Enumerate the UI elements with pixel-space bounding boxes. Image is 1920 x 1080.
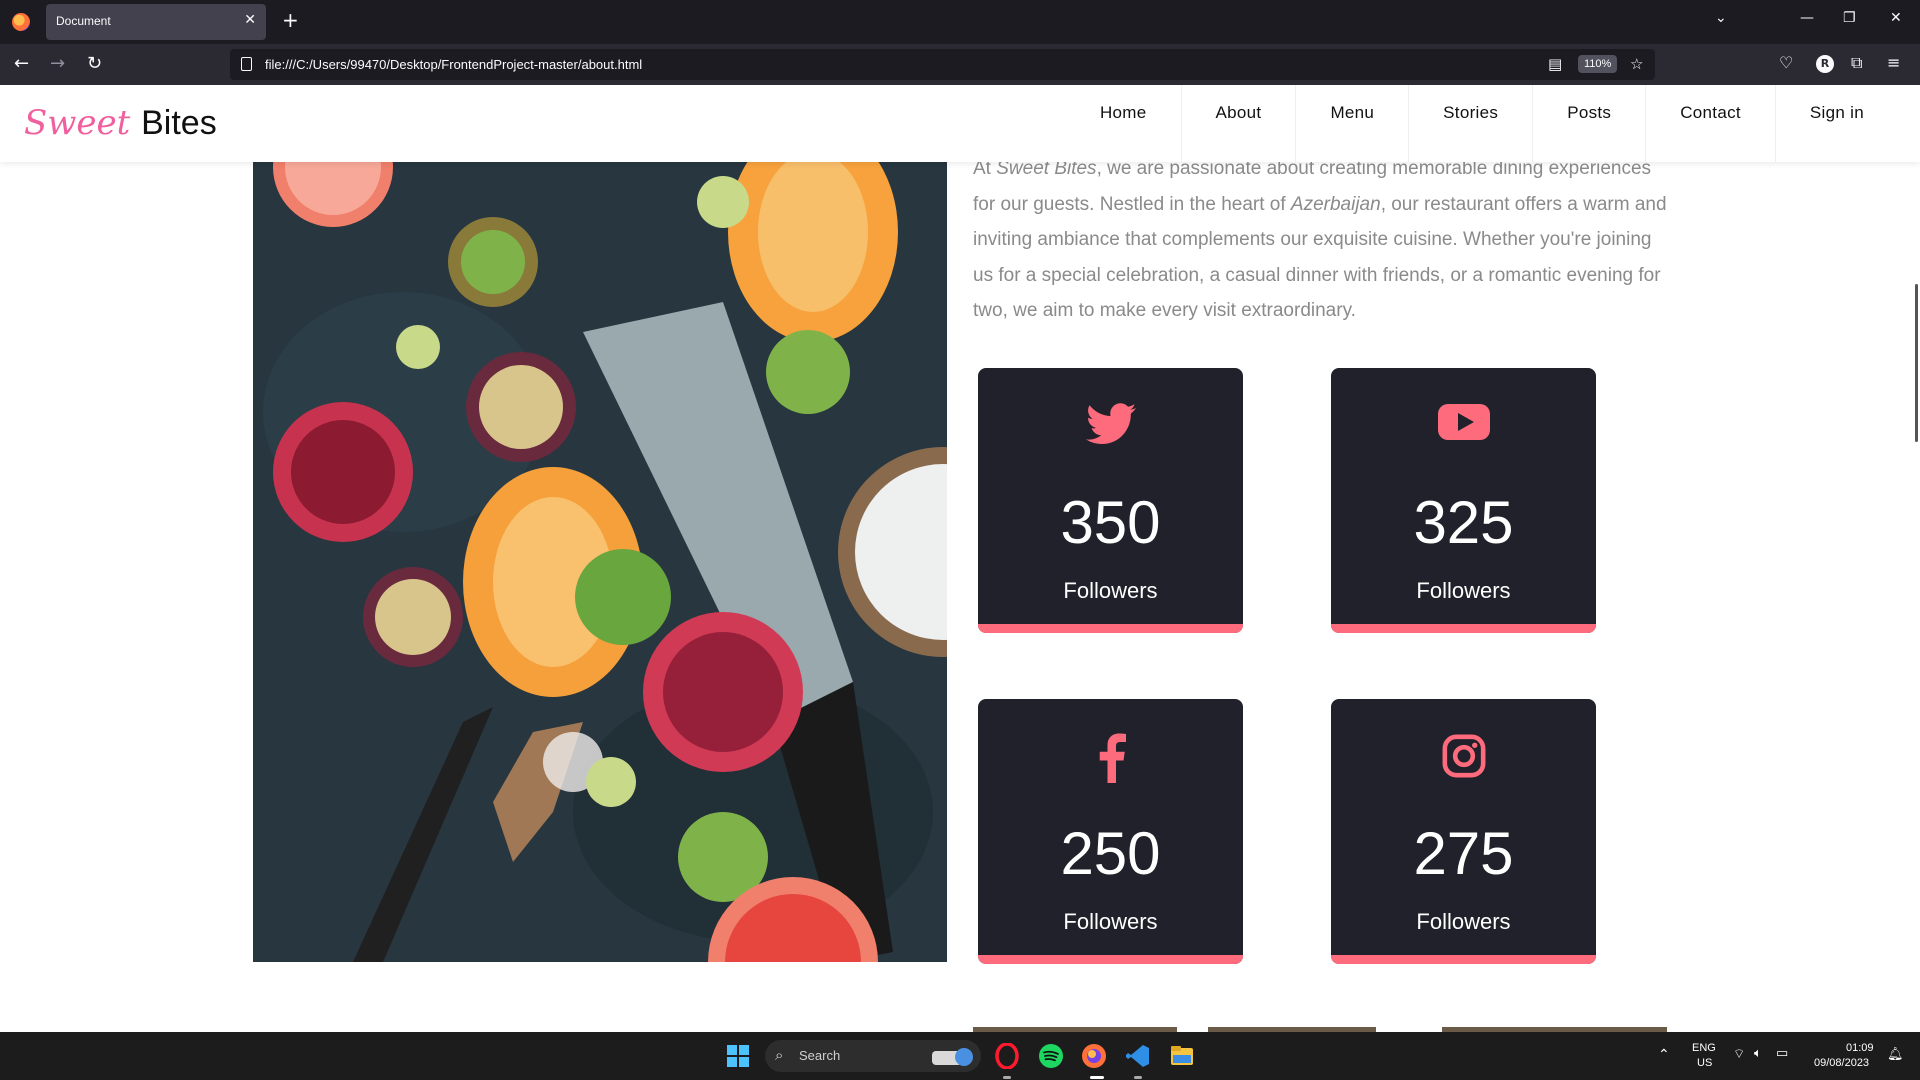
- bookmark-star-icon[interactable]: ☆: [1630, 55, 1643, 73]
- back-arrow-icon[interactable]: ←: [14, 53, 29, 74]
- spotify-icon[interactable]: [1038, 1043, 1064, 1069]
- firefox-taskbar-icon[interactable]: [1081, 1043, 1107, 1069]
- fruit-photo-illustration: [253, 162, 947, 962]
- pocket-icon[interactable]: ♡: [1779, 53, 1793, 72]
- page-scrollbar[interactable]: [1912, 162, 1920, 1032]
- page-icon: [241, 57, 252, 71]
- browser-navigation-bar: ← → ↻ file:///C:/Users/99470/Desktop/Fro…: [0, 44, 1920, 85]
- twitter-icon: [978, 402, 1243, 450]
- facebook-icon: [978, 733, 1243, 787]
- stat-count: 275: [1413, 820, 1514, 887]
- page-viewport: Sweet Bites Home About Menu Stories Post…: [0, 85, 1920, 1032]
- forward-arrow-icon[interactable]: →: [50, 53, 65, 74]
- file-explorer-icon[interactable]: [1169, 1043, 1195, 1069]
- app-indicator: [1134, 1076, 1142, 1079]
- wifi-icon[interactable]: ⌔: [1733, 1046, 1745, 1062]
- nav-contact[interactable]: Contact: [1645, 85, 1775, 162]
- windows-start-icon[interactable]: [727, 1045, 749, 1067]
- clock-date[interactable]: 09/08/2023: [1814, 1057, 1869, 1069]
- new-tab-button[interactable]: +: [282, 8, 299, 32]
- stat-card-facebook[interactable]: 250 Followers: [978, 699, 1243, 964]
- search-placeholder: Search: [799, 1048, 841, 1063]
- account-avatar[interactable]: R: [1816, 55, 1834, 73]
- nav-home[interactable]: Home: [1066, 85, 1181, 162]
- language-region[interactable]: US: [1697, 1057, 1712, 1069]
- url-text[interactable]: file:///C:/Users/99470/Desktop/FrontendP…: [265, 57, 642, 72]
- battery-icon[interactable]: ▭: [1776, 1045, 1788, 1061]
- stat-card-instagram[interactable]: 275 Followers: [1331, 699, 1596, 964]
- stat-label: Followers: [1416, 578, 1511, 603]
- notification-bell-icon[interactable]: 🔔︎: [1887, 1046, 1904, 1062]
- reload-icon[interactable]: ↻: [87, 53, 102, 74]
- windows-taskbar: ⌕ Search ⌃ ENG US ⌔ 🔈︎ ▭ 01:09 09/08/202…: [0, 1032, 1920, 1080]
- restore-icon[interactable]: ❐: [1843, 10, 1856, 26]
- nav-posts[interactable]: Posts: [1532, 85, 1645, 162]
- nav-stories[interactable]: Stories: [1408, 85, 1532, 162]
- firefox-icon: [12, 13, 30, 31]
- about-intro-paragraph: At Sweet Bites, we are passionate about …: [973, 151, 1673, 329]
- vscode-icon[interactable]: [1125, 1043, 1151, 1069]
- clock-time[interactable]: 01:09: [1846, 1042, 1874, 1054]
- logo-sweet-text: Sweet: [24, 103, 131, 143]
- stat-count: 350: [1060, 489, 1161, 556]
- browser-tab-strip: Document ✕ + ⌄ — ❐ ✕: [0, 0, 1920, 44]
- tray-chevron-icon[interactable]: ⌃: [1658, 1046, 1670, 1063]
- stat-label: Followers: [1063, 578, 1158, 603]
- zoom-level-badge[interactable]: 110%: [1578, 55, 1618, 73]
- search-highlight-icon: [932, 1048, 973, 1066]
- intro-place: Azerbaijan: [1290, 193, 1381, 215]
- minimize-icon[interactable]: —: [1800, 10, 1814, 26]
- volume-icon[interactable]: 🔈︎: [1754, 1045, 1762, 1061]
- instagram-icon: [1331, 733, 1596, 783]
- card-accent-bar: [978, 624, 1243, 633]
- app-indicator: [1003, 1076, 1011, 1079]
- stat-count: 325: [1413, 489, 1514, 556]
- scrollbar-thumb[interactable]: [1915, 284, 1918, 442]
- nav-menu[interactable]: Menu: [1295, 85, 1408, 162]
- fruit-photo: [253, 162, 947, 962]
- site-header: Sweet Bites Home About Menu Stories Post…: [0, 85, 1920, 162]
- search-icon: ⌕: [775, 1046, 784, 1064]
- language-code[interactable]: ENG: [1692, 1042, 1716, 1054]
- stat-count: 250: [1060, 820, 1161, 887]
- site-logo[interactable]: Sweet Bites: [24, 103, 217, 143]
- menu-hamburger-icon[interactable]: ≡: [1887, 53, 1900, 72]
- taskbar-search-box[interactable]: ⌕ Search: [765, 1040, 981, 1072]
- main-menu: Home About Menu Stories Posts Contact Si…: [1066, 85, 1898, 162]
- stat-card-twitter[interactable]: 350 Followers: [978, 368, 1243, 633]
- active-app-indicator: [1090, 1076, 1104, 1079]
- nav-about[interactable]: About: [1180, 85, 1296, 162]
- card-accent-bar: [1331, 955, 1596, 964]
- stat-label: Followers: [1063, 909, 1158, 934]
- close-tab-icon[interactable]: ✕: [244, 12, 256, 28]
- nav-sign-in[interactable]: Sign in: [1774, 85, 1898, 162]
- extensions-icon[interactable]: ⧉: [1851, 53, 1862, 73]
- card-accent-bar: [978, 955, 1243, 964]
- card-accent-bar: [1331, 624, 1596, 633]
- tab-list-chevron-icon[interactable]: ⌄: [1715, 10, 1727, 26]
- stat-label: Followers: [1416, 909, 1511, 934]
- url-bar[interactable]: file:///C:/Users/99470/Desktop/FrontendP…: [230, 49, 1655, 80]
- reader-view-icon[interactable]: ▤: [1548, 55, 1562, 73]
- youtube-icon: [1331, 402, 1596, 446]
- tab-title: Document: [56, 14, 111, 28]
- tab-document[interactable]: Document ✕: [46, 4, 266, 40]
- logo-bites-text: Bites: [141, 104, 217, 142]
- stat-card-youtube[interactable]: 325 Followers: [1331, 368, 1596, 633]
- opera-icon[interactable]: [994, 1043, 1020, 1069]
- close-window-icon[interactable]: ✕: [1890, 10, 1902, 26]
